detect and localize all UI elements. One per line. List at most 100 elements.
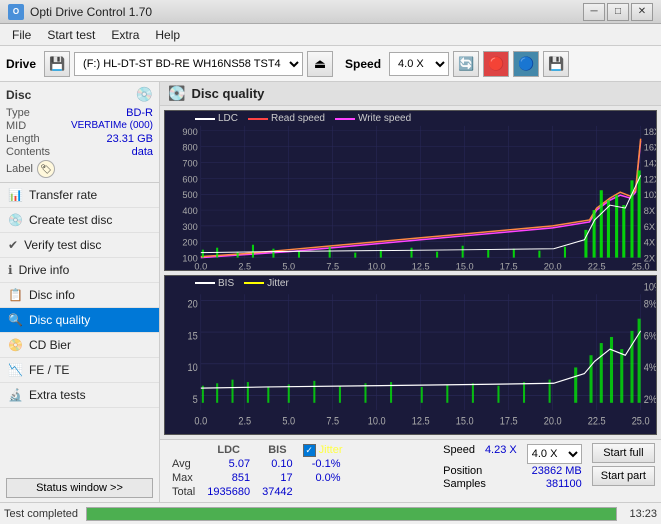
sidebar-item-disc-quality[interactable]: 🔍 Disc quality [0,308,159,333]
svg-text:5.0: 5.0 [282,262,295,270]
samples-row: Samples 381100 [443,478,582,490]
charts-container: LDC Read speed Write speed [160,106,661,439]
sidebar-item-create-test-disc[interactable]: 💿 Create test disc [0,208,159,233]
svg-text:300: 300 [182,222,197,232]
label-icon[interactable]: 🏷 [37,160,55,178]
sidebar-item-extra-tests[interactable]: 🔬 Extra tests [0,383,159,408]
avg-jitter: -0.1% [299,457,347,471]
stats-table: LDC BIS ✓ Jitter Avg 5.07 0.10 [166,443,347,499]
drive-info-icon: ℹ [8,263,13,277]
svg-text:12.5: 12.5 [412,262,430,270]
sidebar-item-drive-info[interactable]: ℹ Drive info [0,258,159,283]
status-window-button[interactable]: Status window >> [6,478,153,498]
col-header-empty [166,443,201,457]
total-jitter-empty [299,485,347,499]
svg-text:2%: 2% [644,394,656,406]
position-row: Position 23862 MB [443,465,582,477]
status-time: 13:23 [629,508,657,520]
titlebar: O Opti Drive Control 1.70 ─ □ ✕ [0,0,661,24]
disc-length-label: Length [6,133,40,145]
extra-tests-icon: 🔬 [8,388,23,402]
disc-label-row: Label 🏷 [6,160,153,178]
drive-select[interactable]: (F:) HL-DT-ST BD-RE WH16NS58 TST4 [74,52,303,76]
app-title: Opti Drive Control 1.70 [30,5,152,19]
svg-text:17.5: 17.5 [500,416,518,428]
menubar: File Start test Extra Help [0,24,661,46]
svg-text:600: 600 [182,174,197,184]
color2-btn[interactable]: 🔵 [513,51,539,77]
sidebar-item-transfer-rate[interactable]: 📊 Transfer rate [0,183,159,208]
sidebar: Disc 💿 Type BD-R MID VERBATIMe (000) Len… [0,82,160,502]
svg-text:400: 400 [182,206,197,216]
speed-dropdown[interactable]: 4.0 X [527,444,582,464]
titlebar-controls: ─ □ ✕ [583,3,653,21]
menu-extra[interactable]: Extra [103,26,147,44]
drive-icon-btn[interactable]: 💾 [44,51,70,77]
svg-text:700: 700 [182,159,197,169]
speed-label-text: Speed [443,444,475,464]
max-ldc: 851 [201,471,256,485]
svg-text:8X: 8X [644,206,655,216]
menu-file[interactable]: File [4,26,39,44]
disc-label-label: Label [6,163,33,175]
chart2-svg: 5 10 15 20 2% 4% 6% 8% 10% [165,276,656,435]
svg-text:10.0: 10.0 [368,262,386,270]
disc-type-value: BD-R [126,107,153,119]
svg-text:16X: 16X [644,143,656,153]
legend-read-label: Read speed [271,113,325,124]
transfer-rate-icon: 📊 [8,188,23,202]
sidebar-item-verify-test-disc[interactable]: ✔ Verify test disc [0,233,159,258]
content-area: 💽 Disc quality LDC Read speed [160,82,661,502]
svg-text:800: 800 [182,143,197,153]
svg-text:22.5: 22.5 [588,416,606,428]
legend-write-label: Write speed [358,113,411,124]
svg-text:15.0: 15.0 [456,416,474,428]
minimize-button[interactable]: ─ [583,3,605,21]
disc-length-row: Length 23.31 GB [6,133,153,145]
disc-contents-row: Contents data [6,146,153,158]
legend-read-color [248,118,268,120]
sidebar-item-disc-info[interactable]: 📋 Disc info [0,283,159,308]
maximize-button[interactable]: □ [607,3,629,21]
save-btn[interactable]: 💾 [543,51,569,77]
speed-current: 4.23 X [485,444,517,464]
svg-text:20.0: 20.0 [544,262,562,270]
disc-mid-value: VERBATIMe (000) [71,120,153,132]
sidebar-item-fe-te[interactable]: 📉 FE / TE [0,358,159,383]
svg-text:200: 200 [182,238,197,248]
sidebar-item-create-label: Create test disc [29,213,112,227]
svg-text:6%: 6% [644,330,656,342]
content-title: Disc quality [191,86,264,101]
disc-section-title: Disc [6,88,31,102]
content-icon: 💽 [168,85,185,102]
disc-mid-row: MID VERBATIMe (000) [6,120,153,132]
disc-type-row: Type BD-R [6,107,153,119]
sidebar-item-drive-info-label: Drive info [19,263,70,277]
verify-test-disc-icon: ✔ [8,238,18,252]
jitter-checkbox[interactable]: ✓ [303,444,316,457]
jitter-label: Jitter [319,444,343,456]
start-full-button[interactable]: Start full [592,443,655,463]
speed-select[interactable]: 4.0 X [389,52,449,76]
svg-text:7.5: 7.5 [326,416,339,428]
color1-btn[interactable]: 🔴 [483,51,509,77]
total-bis: 37442 [256,485,299,499]
chart1-svg: 100 200 300 400 500 600 700 800 900 2X 4… [165,111,656,270]
drive-label: Drive [6,57,36,71]
eject-btn[interactable]: ⏏ [307,51,333,77]
start-part-button[interactable]: Start part [592,466,655,486]
svg-text:18X: 18X [644,127,656,137]
svg-text:25.0: 25.0 [632,416,650,428]
legend-bis-label: BIS [218,278,234,289]
cd-bier-icon: 📀 [8,338,23,352]
menu-help[interactable]: Help [147,26,188,44]
svg-text:10: 10 [188,362,199,374]
svg-text:22.5: 22.5 [588,262,606,270]
sidebar-item-fe-te-label: FE / TE [29,363,69,377]
close-button[interactable]: ✕ [631,3,653,21]
legend-jitter-color [244,282,264,284]
svg-text:20: 20 [188,299,199,311]
refresh-btn[interactable]: 🔄 [453,51,479,77]
sidebar-item-cd-bier[interactable]: 📀 CD Bier [0,333,159,358]
menu-start-test[interactable]: Start test [39,26,103,44]
